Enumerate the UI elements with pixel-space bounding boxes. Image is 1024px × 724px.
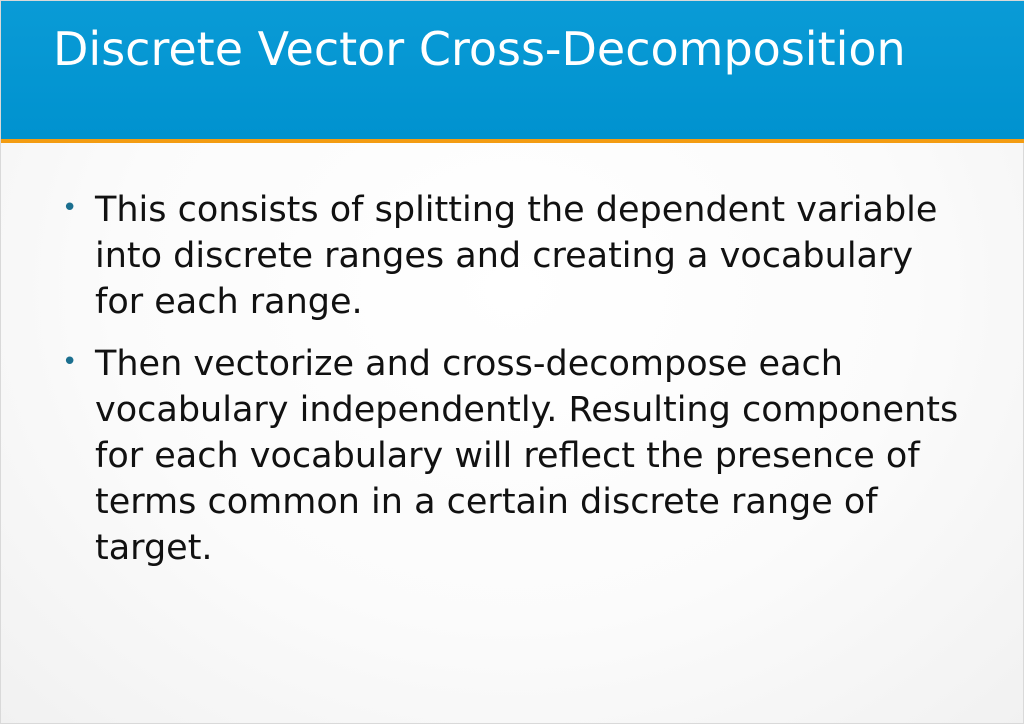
title-bar: Discrete Vector Cross-Decomposition xyxy=(1,1,1024,139)
bullet-dot-icon: • xyxy=(62,347,78,377)
bullet-item: • This consists of splitting the depende… xyxy=(59,187,959,325)
slide: Discrete Vector Cross-Decomposition • Th… xyxy=(0,0,1024,724)
bullet-dot-icon: • xyxy=(62,193,78,223)
title-accent-line xyxy=(1,139,1024,143)
slide-title: Discrete Vector Cross-Decomposition xyxy=(53,22,906,76)
bullet-text: This consists of splitting the dependent… xyxy=(95,190,938,322)
bullet-text: Then vectorize and cross-decompose each … xyxy=(95,344,959,568)
bullet-item: • Then vectorize and cross-decompose eac… xyxy=(59,341,959,571)
bullet-list: • This consists of splitting the depende… xyxy=(59,187,959,587)
